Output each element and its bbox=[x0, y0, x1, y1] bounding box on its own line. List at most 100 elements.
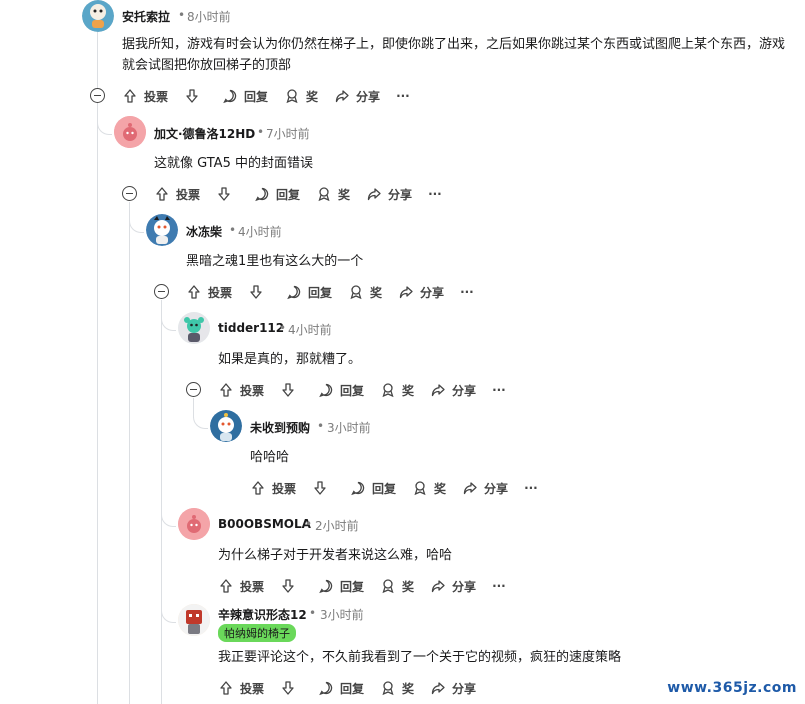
share-label: 分享 bbox=[452, 681, 477, 696]
comment-timestamp[interactable]: 7小时前 bbox=[266, 125, 310, 142]
share-icon bbox=[431, 682, 445, 695]
arrow-up-icon bbox=[252, 481, 264, 495]
comment-author[interactable]: 未收到预购 bbox=[250, 419, 310, 436]
award-button[interactable]: 奖 bbox=[380, 382, 414, 399]
more-options-icon: ··· bbox=[396, 89, 410, 103]
award-button[interactable]: 奖 bbox=[284, 88, 318, 105]
comment-timestamp[interactable]: 8小时前 bbox=[187, 8, 231, 25]
downvote-button[interactable] bbox=[248, 284, 264, 300]
comment-author[interactable]: B00OBSMOLA bbox=[218, 517, 311, 531]
reply-button[interactable]: 回复 bbox=[318, 578, 364, 595]
share-button[interactable]: 分享 bbox=[430, 680, 476, 697]
avatar[interactable] bbox=[114, 116, 146, 148]
reply-label: 回复 bbox=[308, 285, 333, 300]
upvote-button[interactable]: 投票 bbox=[186, 284, 232, 301]
separator-dot: • bbox=[309, 606, 317, 620]
thread-curve bbox=[161, 606, 176, 623]
award-button[interactable]: 奖 bbox=[380, 680, 414, 697]
comment-actions: 投票 回复 奖 分享 ··· bbox=[154, 183, 458, 205]
speech-bubble-icon bbox=[319, 579, 333, 594]
upvote-button[interactable]: 投票 bbox=[122, 88, 168, 105]
reply-button[interactable]: 回复 bbox=[254, 186, 300, 203]
comment-author[interactable]: 加文·德鲁洛12HD bbox=[154, 125, 255, 142]
comment-timestamp[interactable]: 2小时前 bbox=[315, 517, 359, 534]
reply-button[interactable]: 回复 bbox=[286, 284, 332, 301]
upvote-button[interactable]: 投票 bbox=[218, 382, 264, 399]
upvote-label: 投票 bbox=[240, 681, 265, 696]
upvote-button[interactable]: 投票 bbox=[250, 480, 296, 497]
comment-author[interactable]: 安托索拉 bbox=[122, 8, 170, 25]
reply-button[interactable]: 回复 bbox=[318, 680, 364, 697]
share-button[interactable]: 分享 bbox=[366, 186, 412, 203]
speech-bubble-icon bbox=[351, 481, 365, 496]
upvote-button[interactable]: 投票 bbox=[218, 680, 264, 697]
upvote-button[interactable]: 投票 bbox=[218, 578, 264, 595]
award-button[interactable]: 奖 bbox=[348, 284, 382, 301]
reply-label: 回复 bbox=[276, 187, 301, 202]
user-flair-badge: 帕纳姆的椅子 bbox=[218, 624, 296, 642]
more-options-button[interactable]: ··· bbox=[460, 285, 474, 299]
award-icon bbox=[382, 681, 394, 696]
comment-actions: 投票 回复 奖 分享 ··· bbox=[218, 575, 522, 597]
share-button[interactable]: 分享 bbox=[430, 578, 476, 595]
collapse-thread-button[interactable] bbox=[90, 88, 105, 103]
separator-dot: • bbox=[279, 321, 287, 335]
reply-button[interactable]: 回复 bbox=[350, 480, 396, 497]
downvote-button[interactable] bbox=[280, 578, 296, 594]
upvote-label: 投票 bbox=[240, 579, 265, 594]
reply-label: 回复 bbox=[340, 681, 365, 696]
avatar[interactable] bbox=[178, 312, 210, 344]
comment-timestamp[interactable]: 4小时前 bbox=[288, 321, 332, 338]
comment-author[interactable]: tidder112 bbox=[218, 321, 284, 335]
comment-body: 这就像 GTA5 中的封面错误 bbox=[154, 156, 313, 171]
upvote-button[interactable]: 投票 bbox=[154, 186, 200, 203]
more-options-button[interactable]: ··· bbox=[428, 187, 442, 201]
award-button[interactable]: 奖 bbox=[316, 186, 350, 203]
comment-timestamp[interactable]: 3小时前 bbox=[327, 419, 371, 436]
reply-button[interactable]: 回复 bbox=[318, 382, 364, 399]
collapse-thread-button[interactable] bbox=[186, 382, 201, 397]
avatar[interactable] bbox=[82, 0, 114, 32]
comment-author[interactable]: 辛辣意识形态12 bbox=[218, 606, 307, 623]
reply-label: 回复 bbox=[244, 89, 269, 104]
award-label: 奖 bbox=[402, 681, 415, 696]
comment-timestamp[interactable]: 4小时前 bbox=[238, 223, 282, 240]
more-options-icon: ··· bbox=[524, 481, 538, 495]
avatar[interactable] bbox=[178, 508, 210, 540]
comment-actions: 投票 回复 奖 分享 ··· bbox=[122, 85, 426, 107]
comment-author[interactable]: 冰冻柴 bbox=[186, 223, 222, 240]
downvote-button[interactable] bbox=[280, 680, 296, 696]
share-button[interactable]: 分享 bbox=[462, 480, 508, 497]
arrow-down-icon bbox=[186, 89, 198, 103]
upvote-label: 投票 bbox=[240, 383, 265, 398]
downvote-button[interactable] bbox=[216, 186, 232, 202]
more-options-icon: ··· bbox=[492, 383, 506, 397]
speech-bubble-icon bbox=[319, 383, 333, 398]
share-button[interactable]: 分享 bbox=[334, 88, 380, 105]
award-icon bbox=[414, 481, 426, 496]
collapse-thread-button[interactable] bbox=[122, 186, 137, 201]
more-options-button[interactable]: ··· bbox=[492, 383, 506, 397]
share-label: 分享 bbox=[452, 383, 477, 398]
arrow-up-icon bbox=[124, 89, 136, 103]
more-options-button[interactable]: ··· bbox=[396, 89, 410, 103]
downvote-button[interactable] bbox=[184, 88, 200, 104]
share-button[interactable]: 分享 bbox=[398, 284, 444, 301]
award-button[interactable]: 奖 bbox=[380, 578, 414, 595]
avatar[interactable] bbox=[178, 604, 210, 636]
reply-button[interactable]: 回复 bbox=[222, 88, 268, 105]
comment-timestamp[interactable]: 3小时前 bbox=[320, 606, 364, 623]
share-button[interactable]: 分享 bbox=[430, 382, 476, 399]
downvote-button[interactable] bbox=[312, 480, 328, 496]
award-button[interactable]: 奖 bbox=[412, 480, 446, 497]
comment-body: 我正要评论这个，不久前我看到了一个关于它的视频，疯狂的速度策略 bbox=[218, 650, 622, 665]
avatar[interactable] bbox=[210, 410, 242, 442]
avatar[interactable] bbox=[146, 214, 178, 246]
speech-bubble-icon bbox=[319, 681, 333, 696]
more-options-button[interactable]: ··· bbox=[524, 481, 538, 495]
separator-dot: • bbox=[317, 419, 325, 433]
downvote-button[interactable] bbox=[280, 382, 296, 398]
collapse-thread-button[interactable] bbox=[154, 284, 169, 299]
more-options-button[interactable]: ··· bbox=[492, 579, 506, 593]
watermark: www.365jz.com bbox=[667, 680, 797, 696]
